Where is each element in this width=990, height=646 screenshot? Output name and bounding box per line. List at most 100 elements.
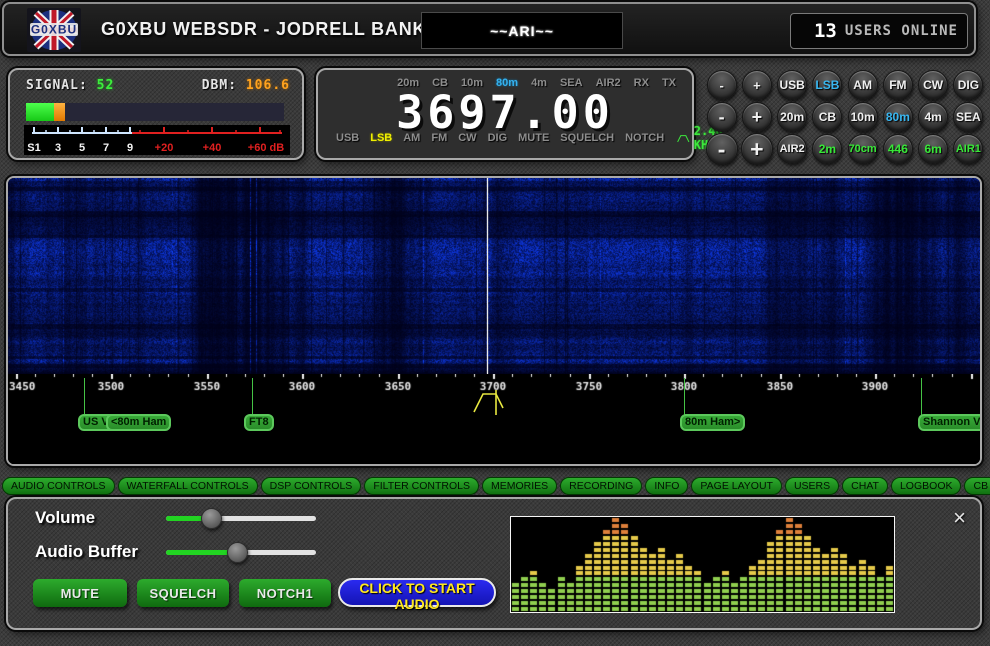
audio-spectrum-display — [510, 516, 895, 613]
mode-indicator-am[interactable]: AM — [403, 132, 420, 144]
mode-items: USB LSB AM FM CW DIG MUTE SQUELCH NOTCH — [336, 132, 664, 144]
mode-indicator-cw[interactable]: CW — [458, 132, 476, 144]
control-tab-strip: AUDIO CONTROLSWATERFALL CONTROLSDSP CONT… — [2, 477, 990, 495]
tune-minus-row1[interactable]: - — [707, 70, 737, 100]
round-button-20m[interactable]: 20m — [777, 102, 807, 132]
round-button-dig[interactable]: DIG — [953, 70, 983, 100]
tab-cb-codes[interactable]: CB CODES — [964, 477, 990, 495]
tuning-cursor-line — [487, 178, 488, 374]
signal-bar-orange-segment — [54, 103, 64, 121]
mode-indicator-dig[interactable]: DIG — [488, 132, 508, 144]
audio-buffer-slider[interactable] — [166, 550, 316, 555]
signal-bar-green-segment — [26, 103, 54, 121]
band-button-grid: -+USBLSBAMFMCWDIG-+20mCB10m80m4mSEA-+AIR… — [704, 69, 986, 165]
round-button-446[interactable]: 446 — [883, 134, 913, 164]
tab-waterfall-controls[interactable]: WATERFALL CONTROLS — [118, 477, 258, 495]
round-button-10m[interactable]: 10m — [848, 102, 878, 132]
round-button-air2[interactable]: AIR2 — [777, 134, 807, 164]
mode-indicator-usb[interactable]: USB — [336, 132, 359, 144]
svg-text:S1: S1 — [27, 142, 40, 154]
round-button-70cm[interactable]: 70cm — [848, 134, 878, 164]
union-jack-logo-icon: G0XBU — [27, 8, 81, 52]
tab-chat[interactable]: CHAT — [842, 477, 888, 495]
dbm-value: 106.6 — [246, 78, 290, 93]
mode-indicator-fm[interactable]: FM — [431, 132, 447, 144]
round-button-usb[interactable]: USB — [777, 70, 807, 100]
squelch-button[interactable]: SQUELCH — [137, 579, 229, 607]
station-label-80m-ham[interactable]: 80m Ham> — [680, 414, 745, 431]
banner-text: ~~ARI~~ — [490, 23, 554, 39]
signal-meter-panel: SIGNAL: 52 DBM: 106.6 S13579+20+40+60 dB — [8, 68, 304, 160]
tab-audio-controls[interactable]: AUDIO CONTROLS — [2, 477, 115, 495]
round-button-lsb[interactable]: LSB — [812, 70, 842, 100]
start-audio-button[interactable]: CLICK TO START AUDIO — [338, 578, 496, 607]
header-bar: G0XBU G0XBU WEBSDR - JODRELL BANK ~~ARI~… — [2, 2, 976, 56]
notch1-button[interactable]: NOTCH1 — [239, 579, 331, 607]
s-meter-scale: S13579+20+40+60 dB — [24, 125, 290, 155]
svg-text:+40: +40 — [203, 142, 222, 154]
tab-filter-controls[interactable]: FILTER CONTROLS — [364, 477, 479, 495]
volume-slider-thumb[interactable] — [201, 508, 222, 529]
audio-buffer-slider-thumb[interactable] — [227, 542, 248, 563]
station-label-line-shannon-volme — [921, 378, 922, 415]
tab-memories[interactable]: MEMORIES — [482, 477, 557, 495]
station-label-shannon-volme[interactable]: Shannon Volme — [918, 414, 982, 431]
page-title: G0XBU WEBSDR - JODRELL BANK — [101, 19, 426, 40]
svg-text:+20: +20 — [155, 142, 174, 154]
station-label-ft8[interactable]: FT8 — [244, 414, 274, 431]
round-button-6m[interactable]: 6m — [918, 134, 948, 164]
mode-indicator-lsb[interactable]: LSB — [370, 132, 392, 144]
waterfall-display[interactable] — [8, 178, 980, 374]
frequency-panel: 20mCB10m80m4mSEAAIR2RXTX 3697.00 USBLSBA… — [316, 68, 694, 160]
close-icon[interactable]: × — [953, 507, 966, 529]
station-logo: G0XBU — [27, 8, 81, 52]
mode-indicator-mute[interactable]: MUTE — [518, 132, 549, 144]
waterfall-canvas[interactable] — [8, 178, 980, 374]
round-button-cw[interactable]: CW — [918, 70, 948, 100]
tab-page-layout[interactable]: PAGE LAYOUT — [691, 477, 782, 495]
station-label-line-80m-ham — [684, 378, 685, 415]
round-button-am[interactable]: AM — [848, 70, 878, 100]
tune-plus-row1[interactable]: + — [742, 70, 772, 100]
mode-indicator-squelch[interactable]: SQUELCH — [560, 132, 614, 144]
volume-slider[interactable] — [166, 516, 316, 521]
frequency-scale[interactable]: US Vo<80m HamFT880m Ham>Shannon Volme — [8, 374, 980, 464]
round-button-cb[interactable]: CB — [812, 102, 842, 132]
tab-users[interactable]: USERS — [785, 477, 839, 495]
station-label-80m-ham[interactable]: <80m Ham — [106, 414, 171, 431]
waterfall-panel: US Vo<80m HamFT880m Ham>Shannon Volme — [6, 176, 982, 466]
round-button-sea[interactable]: SEA — [953, 102, 983, 132]
round-button-fm[interactable]: FM — [883, 70, 913, 100]
round-button-2m[interactable]: 2m — [812, 134, 842, 164]
signal-strength-bar — [26, 103, 284, 121]
volume-label: Volume — [35, 508, 95, 528]
banner-box: ~~ARI~~ — [421, 12, 623, 49]
svg-text:3: 3 — [55, 142, 61, 154]
signal-readout-row: SIGNAL: 52 DBM: 106.6 — [26, 78, 290, 93]
round-button-4m[interactable]: 4m — [918, 102, 948, 132]
logo-callsign: G0XBU — [31, 23, 77, 37]
round-button-air1[interactable]: AIR1 — [953, 134, 983, 164]
tune-plus-row3[interactable]: + — [741, 133, 773, 165]
tab-recording[interactable]: RECORDING — [560, 477, 642, 495]
svg-text:7: 7 — [103, 142, 109, 154]
station-label-line-ft8 — [252, 378, 253, 415]
dbm-readout: DBM: 106.6 — [202, 78, 290, 93]
tab-info[interactable]: INFO — [645, 477, 688, 495]
mode-indicator-row: USBLSBAMFMCWDIGMUTESQUELCHNOTCH 2.40 KHZ — [336, 124, 688, 152]
station-label-line-us-vo — [84, 378, 85, 415]
dbm-label: DBM: — [202, 78, 237, 93]
tune-minus-row3[interactable]: - — [706, 133, 738, 165]
tune-minus-row2[interactable]: - — [707, 102, 737, 132]
round-button-80m[interactable]: 80m — [883, 102, 913, 132]
svg-text:+60 dB: +60 dB — [248, 142, 284, 154]
tab-dsp-controls[interactable]: DSP CONTROLS — [261, 477, 362, 495]
tune-plus-row2[interactable]: + — [742, 102, 772, 132]
svg-text:5: 5 — [79, 142, 85, 154]
signal-value: 52 — [97, 78, 115, 93]
tab-logbook[interactable]: LOGBOOK — [891, 477, 962, 495]
mode-indicator-notch[interactable]: NOTCH — [625, 132, 664, 144]
users-online-label: USERS ONLINE — [845, 23, 958, 39]
mute-button[interactable]: MUTE — [33, 579, 127, 607]
filter-shape-icon — [677, 132, 690, 145]
